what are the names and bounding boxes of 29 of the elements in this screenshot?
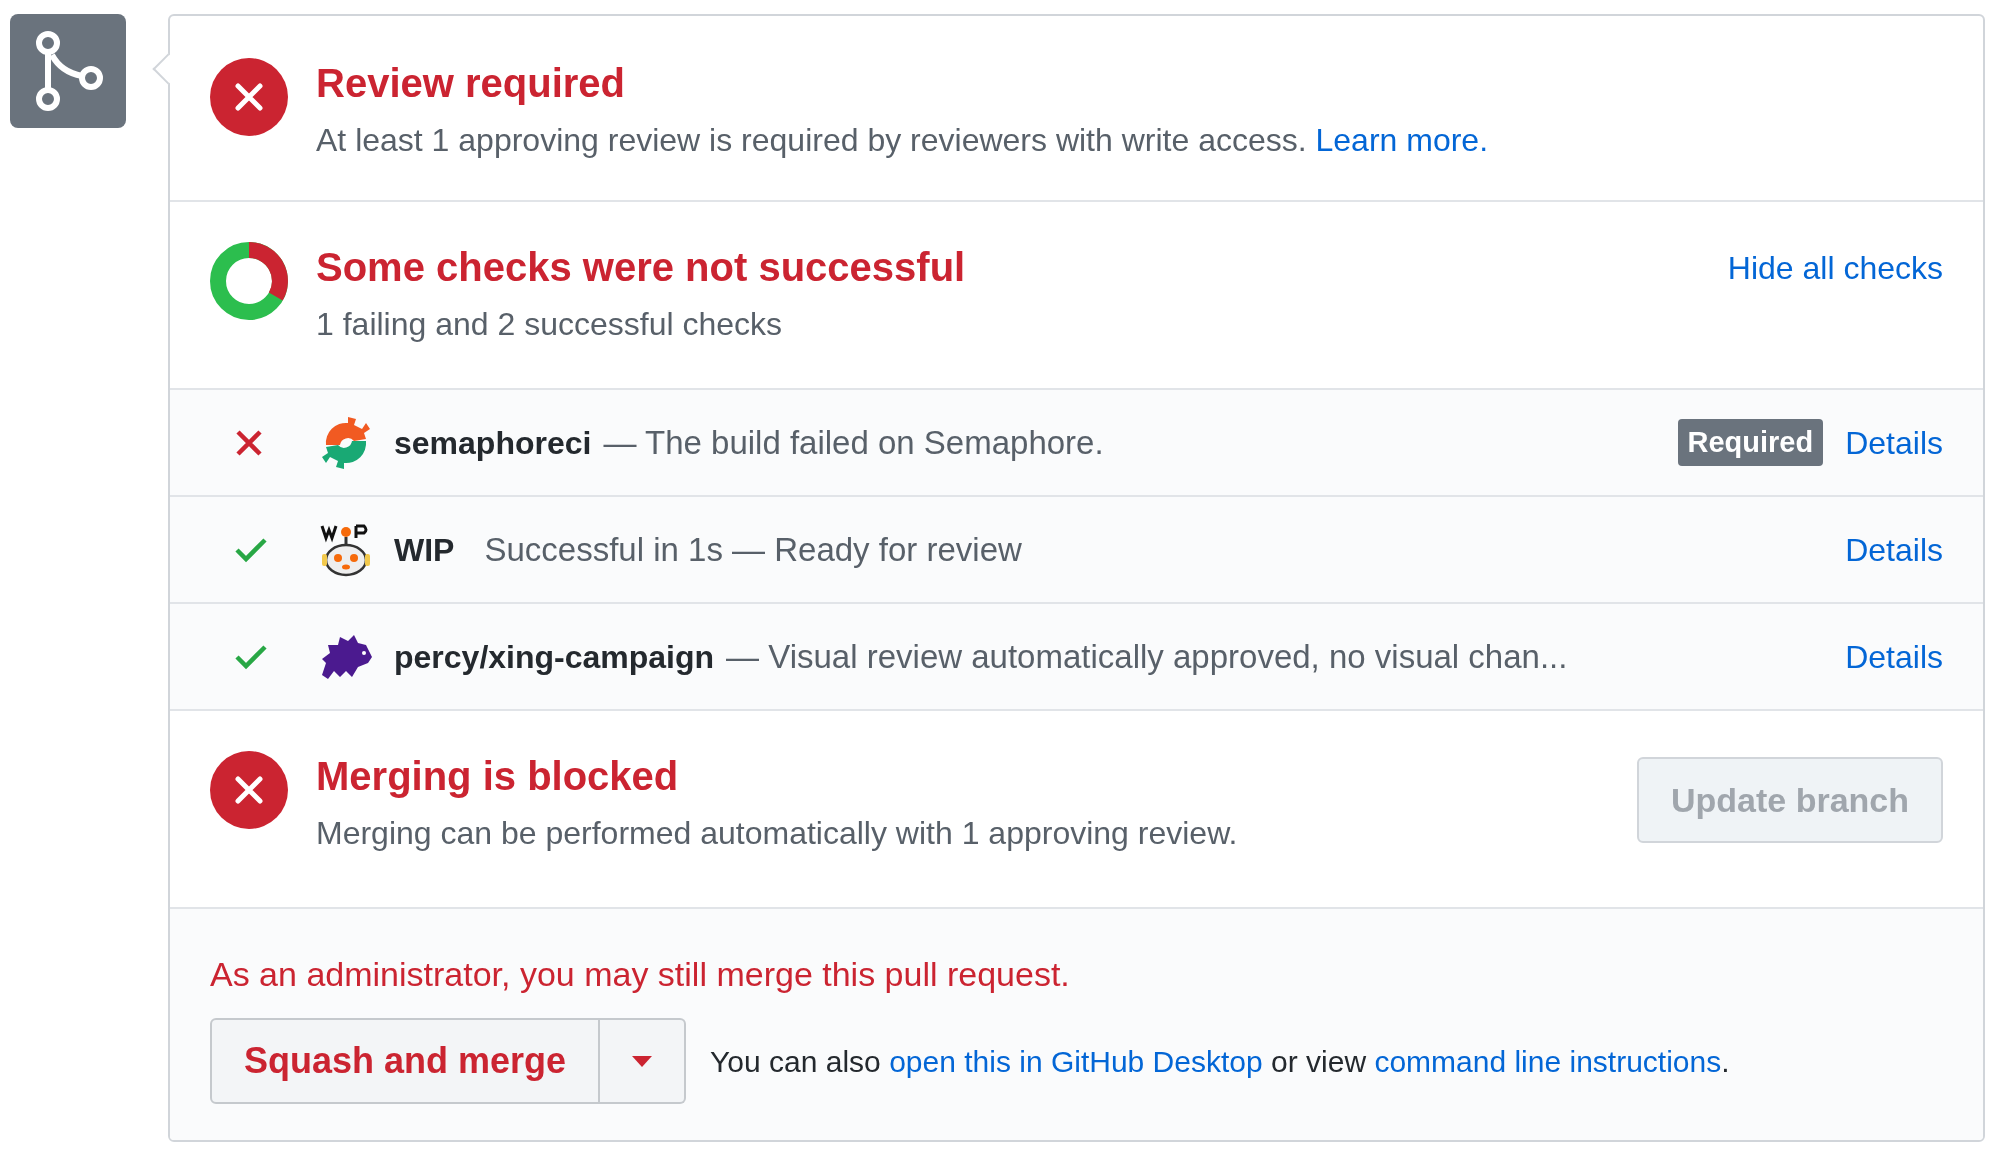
admin-notice: As an administrator, you may still merge this pull request. [210, 954, 1071, 995]
squash-merge-button[interactable]: Squash and merge [210, 1018, 601, 1104]
check-name: semaphoreci [394, 423, 592, 463]
link[interactable]: command line instructions [1374, 1044, 1722, 1078]
merge-options-button[interactable] [600, 1018, 687, 1104]
merge-status-title: Merging is blocked [316, 753, 680, 800]
alternative-merge-text: You can also open this in GitHub Desktop or view command line instructions. [710, 1043, 1730, 1080]
check-description: — Visual review automatically approved, no visual chan... [726, 636, 1568, 677]
branch-merge-icon [33, 30, 103, 112]
required-badge: Required [1677, 418, 1824, 467]
link[interactable]: Learn more. [1315, 122, 1489, 158]
review-title: Review required [316, 60, 626, 107]
details-link[interactable]: Details [1845, 632, 1943, 681]
details-link[interactable]: Details [1845, 418, 1943, 467]
check-description: — The build failed on Semaphore. [603, 422, 1104, 463]
donut-status-icon [210, 242, 288, 320]
checks-title: Some checks were not successful [316, 244, 967, 291]
check-description: Successful in 1s — Ready for review [484, 529, 1022, 570]
review-description: At least 1 approving review is required by reviewers with write access. Learn more. [316, 121, 1489, 160]
hide-checks-link[interactable]: Hide all checks [1727, 244, 1943, 292]
link[interactable]: open this in GitHub Desktop [889, 1044, 1263, 1078]
checks-summary: 1 failing and 2 successful checks [316, 305, 784, 344]
check-name: percy/xing-campaign [394, 637, 715, 677]
details-link[interactable]: Details [1845, 525, 1943, 574]
error-icon [210, 751, 288, 829]
merge-status-description: Merging can be performed automatically with 1 approving review. [316, 814, 1239, 853]
check-name: WIP [394, 530, 455, 570]
caret-icon [632, 1055, 653, 1067]
error-icon [210, 58, 288, 136]
